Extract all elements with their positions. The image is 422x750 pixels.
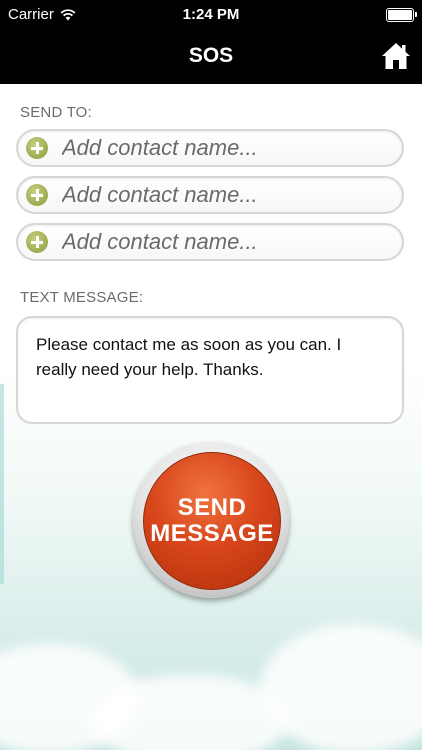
add-contact-icon[interactable] xyxy=(26,137,48,159)
side-strip xyxy=(0,384,4,584)
contact-field-2[interactable] xyxy=(16,176,404,214)
home-icon[interactable] xyxy=(380,40,412,72)
text-message-label: TEXT MESSAGE: xyxy=(20,289,144,306)
content-area: SEND TO: TEXT MESSAGE: Please contact me… xyxy=(0,84,422,750)
send-message-button-face[interactable]: SEND MESSAGE xyxy=(143,452,281,590)
add-contact-icon[interactable] xyxy=(26,231,48,253)
send-to-label: SEND TO: xyxy=(20,104,92,121)
send-message-button[interactable]: SEND MESSAGE xyxy=(133,442,289,598)
status-bar: Carrier 1:24 PM xyxy=(0,0,422,30)
message-textarea[interactable]: Please contact me as soon as you can. I … xyxy=(16,316,404,424)
contact-input-2[interactable] xyxy=(60,181,384,209)
status-time: 1:24 PM xyxy=(182,6,240,23)
add-contact-icon[interactable] xyxy=(26,184,48,206)
battery-icon xyxy=(386,8,417,22)
navigation-bar: SOS xyxy=(0,30,422,84)
contact-input-1[interactable] xyxy=(60,134,384,162)
contact-field-1[interactable] xyxy=(16,129,404,167)
contact-input-3[interactable] xyxy=(60,228,384,256)
send-button-label-line1: SEND xyxy=(177,494,247,521)
page-title: SOS xyxy=(188,44,234,67)
background-cloud xyxy=(260,624,422,750)
send-button-label-line2: MESSAGE xyxy=(150,520,274,547)
contact-field-3[interactable] xyxy=(16,223,404,261)
